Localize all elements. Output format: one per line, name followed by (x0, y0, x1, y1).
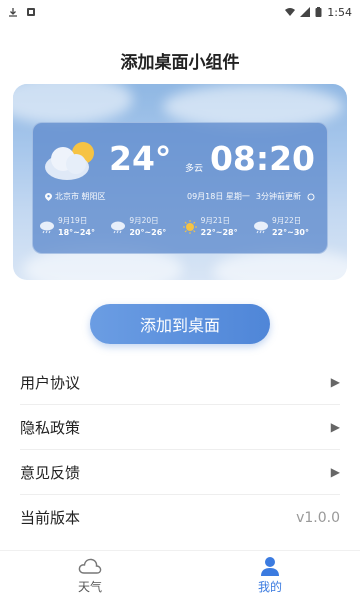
date-text: 09月18日 星期一 (187, 192, 250, 201)
chevron-right-icon: ▶ (330, 420, 340, 434)
menu-item-user-agreement[interactable]: 用户协议 ▶ (20, 360, 340, 405)
menu-item-label: 当前版本 (20, 509, 81, 527)
location-pin-icon (45, 192, 52, 201)
partly-cloudy-icon (45, 142, 94, 180)
menu-item-version: 当前版本 v1.0.0 (20, 495, 340, 540)
cloud-icon (78, 558, 102, 574)
forecast-item: 9月20日 20°~26° (110, 215, 180, 239)
updated-text: 3分钟前更新 (255, 192, 301, 201)
current-temperature: 24° (109, 139, 172, 178)
add-to-desktop-button[interactable]: 添加到桌面 (90, 304, 270, 344)
menu-item-feedback[interactable]: 意见反馈 ▶ (20, 450, 340, 495)
cloud-rain-icon (111, 221, 126, 234)
status-bar: 1:54 (0, 0, 360, 24)
forecast-item: 9月19日 18°~24° (39, 215, 109, 239)
battery-icon (315, 7, 322, 17)
location-text: 北京市 朝阳区 (55, 192, 106, 201)
forecast-item: 9月22日 22°~30° (253, 215, 323, 239)
tab-label: 天气 (77, 580, 102, 594)
menu-item-privacy-policy[interactable]: 隐私政策 ▶ (20, 405, 340, 450)
forecast-date: 9月22日 (271, 216, 302, 225)
weather-condition: 多云 (185, 164, 204, 174)
widget-preview[interactable]: 24° 多云 08:20 北京市 朝阳区 09月18日 星期一 3分钟前更新 9… (13, 84, 347, 280)
wifi-icon (285, 8, 296, 16)
version-value: v1.0.0 (296, 509, 340, 526)
sun-icon (182, 220, 197, 234)
location-row: 北京市 朝阳区 (45, 191, 106, 202)
cloud-rain-icon (253, 221, 268, 234)
cloud-rain-icon (40, 221, 54, 234)
settings-menu: 用户协议 ▶ 隐私政策 ▶ 意见反馈 ▶ 当前版本 v1.0.0 (20, 360, 340, 540)
notification-icon (27, 8, 35, 16)
bottom-tab-bar: 天气 我的 (0, 550, 360, 600)
forecast-range: 22°~30° (271, 228, 309, 237)
forecast-date: 9月19日 (58, 216, 88, 225)
forecast-date: 9月21日 (200, 216, 230, 225)
sky-cloud (13, 84, 133, 124)
date-row: 09月18日 星期一 3分钟前更新 (187, 191, 315, 202)
status-right: 1:54 (285, 6, 352, 19)
menu-item-label: 意见反馈 (20, 463, 81, 482)
tab-label: 我的 (257, 580, 282, 594)
weather-card: 24° 多云 08:20 北京市 朝阳区 09月18日 星期一 3分钟前更新 9… (32, 122, 328, 254)
signal-icon (300, 7, 311, 17)
forecast-range: 20°~26° (129, 228, 167, 237)
tab-weather[interactable]: 天气 (0, 551, 180, 600)
widget-time: 08:20 (209, 139, 315, 178)
status-time: 1:54 (327, 5, 352, 19)
status-left (8, 7, 36, 17)
forecast-item: 9月21日 22°~28° (182, 215, 252, 239)
forecast-range: 22°~28° (200, 228, 238, 237)
forecast-row: 9月19日 18°~24° 9月20日 20°~26° 9月21日 22°~28° 9… (39, 215, 323, 239)
menu-item-label: 用户协议 (20, 373, 81, 392)
forecast-date: 9月20日 (129, 216, 159, 225)
chevron-right-icon: ▶ (330, 375, 340, 389)
tab-mine[interactable]: 我的 (180, 551, 360, 600)
download-icon (9, 8, 17, 17)
page-title: 添加桌面小组件 (120, 53, 240, 73)
menu-item-label: 隐私政策 (20, 418, 81, 437)
refresh-icon[interactable] (307, 193, 315, 201)
chevron-right-icon: ▶ (330, 465, 340, 479)
person-icon (261, 557, 279, 576)
forecast-range: 18°~24° (58, 228, 95, 237)
